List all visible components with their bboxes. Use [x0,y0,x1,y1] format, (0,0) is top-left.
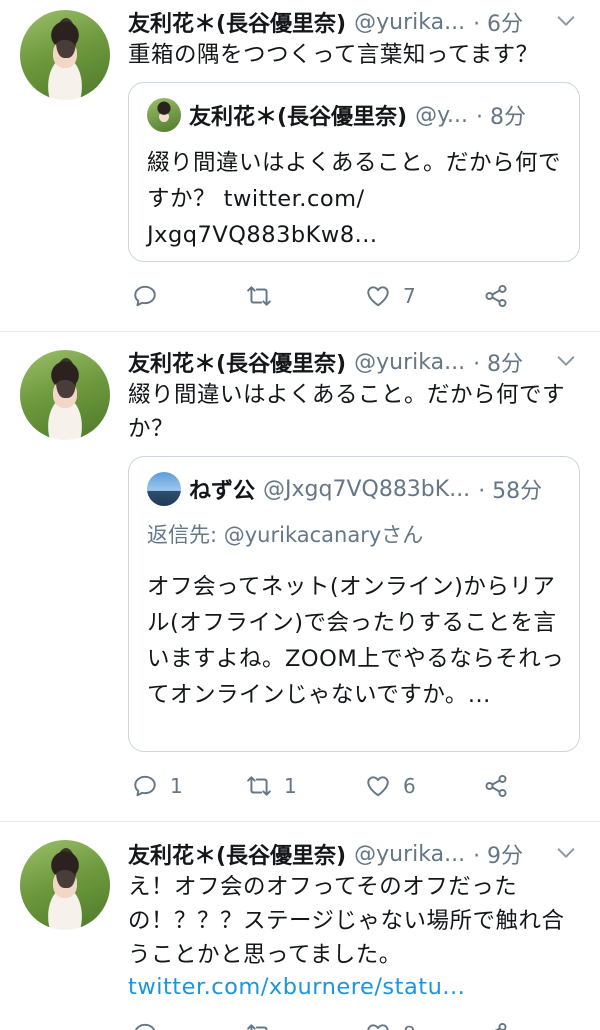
retweet-icon [247,1024,268,1030]
tweet-actions: 1 1 6 [128,768,578,804]
quoted-text: 綴り間違いはよくあること。だから何ですか？ twitter.com/ Jxgq7… [147,150,562,248]
retweet-button[interactable] [246,1016,272,1030]
tweet-text: 綴り間違いはよくあること。だから何ですか？ [128,382,566,442]
tweet[interactable]: 友利花＊(長谷優里奈) @yurika... · 6分 重箱の隅をつつくって言葉… [0,0,600,330]
retweet-icon [247,776,271,796]
replying-to[interactable]: 返信先: @yurikacanaryさん [147,519,423,549]
timestamp[interactable]: · 9分 [473,838,523,870]
quoted-tweet[interactable]: 友利花＊(長谷優里奈) @y... · 8分 綴り間違いはよくあること。だから何… [128,82,580,262]
share-button[interactable] [483,278,509,314]
retweet-count: 1 [284,774,297,798]
like-count: 8 [403,1022,416,1030]
like-count: 7 [403,284,416,308]
like-button[interactable]: 8 [365,1016,416,1030]
author-handle: @yurika... [354,841,466,867]
like-button[interactable]: 7 [365,278,416,314]
author-handle: @yurika... [354,349,466,375]
share-icon [485,774,507,798]
quoted-author-handle: @y... [415,102,468,128]
tweet-link[interactable]: twitter.com/xburnere/statu... [128,970,583,1004]
heart-icon [367,286,389,307]
retweet-button[interactable] [246,278,284,314]
chevron-down-icon[interactable] [555,10,577,32]
tweet[interactable]: 友利花＊(長谷優里奈) @yurika... · 9分 え！オフ会のオフってその… [0,822,600,1030]
like-button[interactable]: 6 [365,768,416,804]
quoted-author-name: 友利花＊(長谷優里奈) [189,105,408,130]
chevron-down-icon[interactable] [555,842,577,864]
share-icon [489,1022,507,1030]
reply-icon [134,1023,156,1030]
quoted-avatar [147,98,181,132]
reply-count: 1 [170,774,183,798]
tweet-header: 友利花＊(長谷優里奈) @yurika... · 8分 [128,342,548,382]
timestamp[interactable]: · 8分 [473,346,523,378]
quoted-tweet[interactable]: ねず公 @Jxgq7VQ883bK... · 58分 返信先: @yurikac… [128,456,580,752]
share-icon [485,284,507,308]
avatar[interactable] [20,10,110,100]
reply-button[interactable]: 1 [132,768,183,804]
retweet-icon [247,286,271,306]
heart-icon [367,776,389,797]
tweet-header: 友利花＊(長谷優里奈) @yurika... · 9分 [128,834,548,874]
author-name[interactable]: 友利花＊(長谷優里奈) [128,838,346,870]
share-button[interactable] [483,768,509,804]
tweet-header: 友利花＊(長谷優里奈) @yurika... · 6分 [128,2,548,42]
like-count: 6 [403,774,416,798]
reply-icon [134,285,156,307]
author-name[interactable]: 友利花＊(長谷優里奈) [128,6,346,38]
quoted-timestamp: · 58分 [478,479,543,504]
quoted-timestamp: · 8分 [476,105,526,130]
share-button[interactable] [483,1016,509,1030]
quoted-text: オフ会ってネット(オンライン)からリアル(オフライン)で会ったりすることを言いま… [147,574,565,708]
heart-icon [367,1024,389,1030]
tweet-text: 重箱の隅をつつくって言葉知ってます？ [128,42,539,68]
avatar[interactable] [20,840,110,930]
quoted-author-handle: @Jxgq7VQ883bK... [263,476,471,502]
reply-icon [134,775,156,797]
tweet-actions: 7 [128,278,578,314]
tweet[interactable]: 友利花＊(長谷優里奈) @yurika... · 8分 綴り間違いはよくあること… [0,332,600,820]
tweet-text: え！オフ会のオフってそのオフだったの！？？？ステージじゃない場所で触れ合うことか… [128,874,565,968]
tweet-actions: 8 [128,1016,578,1030]
reply-button[interactable] [132,278,170,314]
author-handle: @yurika... [354,9,466,35]
timestamp[interactable]: · 6分 [473,6,523,38]
quoted-author-name: ねず公 [189,479,256,504]
quoted-tweet-header: 友利花＊(長谷優里奈) @y... · 8分 [147,97,567,133]
chevron-down-icon[interactable] [555,350,577,372]
retweet-button[interactable]: 1 [246,768,297,804]
quoted-avatar [147,472,181,506]
avatar[interactable] [20,350,110,440]
reply-button[interactable] [132,1016,158,1030]
quoted-tweet-header: ねず公 @Jxgq7VQ883bK... · 58分 [147,471,567,507]
author-name[interactable]: 友利花＊(長谷優里奈) [128,346,346,378]
